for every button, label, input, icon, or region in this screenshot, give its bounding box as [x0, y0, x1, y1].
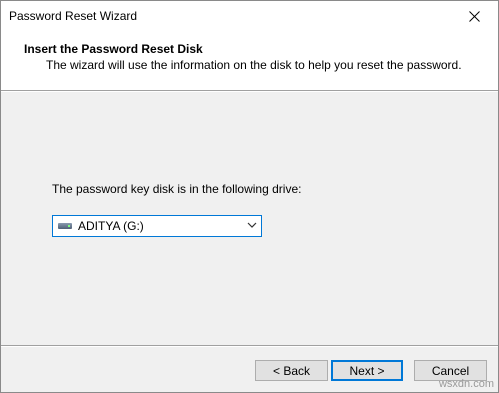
drive-label: The password key disk is in the followin… [52, 182, 302, 196]
drive-dropdown[interactable]: ADITYA (G:) [52, 215, 262, 237]
header-divider-highlight [1, 91, 498, 92]
wizard-header: Insert the Password Reset Disk The wizar… [1, 32, 498, 90]
wizard-window: Password Reset Wizard Insert the Passwor… [0, 0, 499, 393]
close-icon [469, 11, 480, 22]
drive-dropdown-value: ADITYA (G:) [78, 219, 144, 233]
watermark: wsxdn.com [438, 378, 494, 390]
close-button[interactable] [452, 1, 498, 32]
next-button[interactable]: Next > [331, 360, 403, 381]
page-title: Insert the Password Reset Disk [24, 42, 203, 56]
footer-divider-highlight [1, 346, 498, 347]
page-description: The wizard will use the information on t… [46, 58, 462, 72]
chevron-down-icon [247, 222, 257, 228]
removable-drive-icon [58, 222, 72, 230]
window-title: Password Reset Wizard [9, 9, 138, 23]
back-button[interactable]: < Back [255, 360, 328, 381]
title-bar[interactable]: Password Reset Wizard [1, 1, 498, 32]
